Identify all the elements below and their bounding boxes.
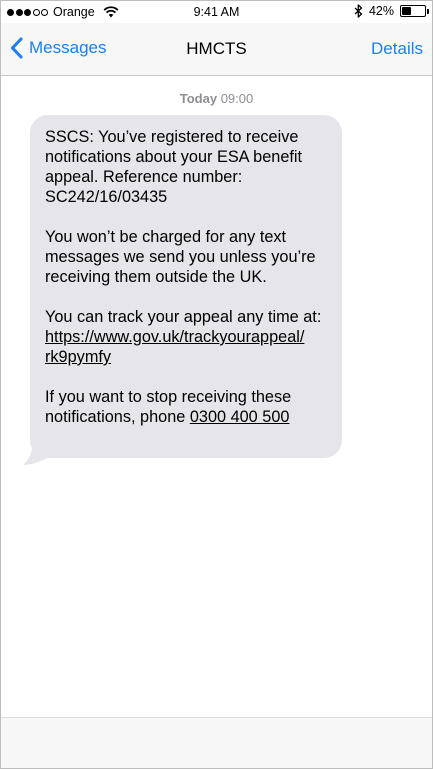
track-appeal-link[interactable]: https://www.gov.uk/trackyourappeal/rk9py…	[45, 328, 304, 366]
timestamp-time: 09:00	[220, 91, 254, 106]
battery-level	[402, 7, 412, 15]
phone-number-link[interactable]: 0300 400 500	[190, 408, 290, 426]
battery-tip	[427, 9, 429, 14]
message-input-bar[interactable]	[1, 717, 432, 768]
battery-icon	[400, 5, 429, 17]
message-timestamp: Today 09:00	[1, 91, 432, 106]
message-paragraph: You won’t be charged for any text messag…	[45, 228, 316, 286]
incoming-message-bubble[interactable]: SSCS: You’ve registered to receive notif…	[30, 115, 342, 458]
message-text: You can track your appeal any time at:	[45, 308, 322, 326]
status-bar: Orange 9:41 AM 42%	[1, 1, 432, 23]
conversation-title: HMCTS	[186, 39, 247, 58]
navigation-bar: Messages HMCTS Details	[1, 23, 432, 76]
link-line: https://www.gov.uk/trackyourappeal/	[45, 328, 305, 346]
details-button[interactable]: Details	[371, 39, 423, 59]
phone-screen: Orange 9:41 AM 42% Messages HMCTS Detail…	[0, 0, 433, 769]
link-line: rk9pymfy	[45, 348, 112, 366]
timestamp-day: Today	[179, 91, 218, 106]
status-right: 42%	[354, 4, 429, 18]
battery-percent: 42%	[368, 4, 394, 18]
message-paragraph: If you want to stop receiving these noti…	[45, 387, 328, 427]
bluetooth-icon	[354, 4, 363, 18]
message-paragraph: SSCS: You’ve registered to receive notif…	[45, 128, 303, 206]
message-paragraph: You can track your appeal any time at: h…	[45, 307, 328, 367]
